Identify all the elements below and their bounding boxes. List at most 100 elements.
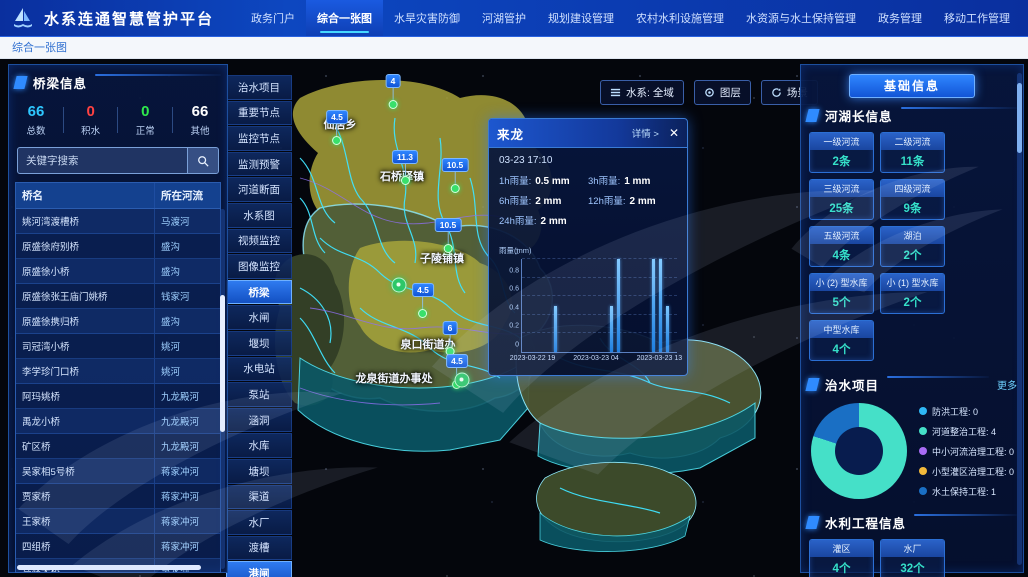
bridge-table: 桥名所在河流 姚河湾渡槽桥马渡河原盛徐府别桥盛沟原盛徐小桥盛沟原盛徐张王庙门姚桥…	[15, 182, 221, 573]
camera-marker-icon[interactable]	[455, 373, 470, 388]
legend-dot-icon	[919, 427, 927, 435]
bridge-stat: 0积水	[74, 103, 108, 137]
nav-item-移动工作管理[interactable]: 移动工作管理	[933, 0, 1021, 36]
layer-item-视频监控[interactable]: 视频监控	[226, 229, 292, 254]
popup-detail-link[interactable]: 详情 >	[632, 126, 659, 140]
nav-item-政务门户[interactable]: 政务门户	[240, 0, 306, 36]
table-row[interactable]: 原盛徐小桥盛沟	[16, 259, 220, 284]
basic-info-tab[interactable]: 基础信息	[849, 74, 975, 98]
chart-bar	[617, 259, 620, 352]
layer-item-重要节点[interactable]: 重要节点	[226, 101, 292, 126]
water-level-marker[interactable]: 6	[443, 321, 458, 356]
place-label: 龙泉街道办事处	[356, 370, 433, 386]
rainfall-metric: 12h雨量:2 mm	[588, 190, 677, 210]
card-value: 2个	[881, 244, 944, 266]
layer-item-渡槽[interactable]: 渡槽	[226, 536, 292, 561]
legend-dot-icon	[919, 467, 927, 475]
metric-value: 1 mm	[624, 176, 650, 187]
metric-label: 24h雨量:	[499, 213, 537, 227]
table-row[interactable]: 原盛徐张王庙门姚桥钱家河	[16, 284, 220, 309]
camera-marker-icon[interactable]	[392, 278, 407, 293]
bridge-name-cell: 四组桥	[16, 534, 155, 558]
bridge-info-panel: 桥梁信息 66总数0积水0正常66其他 桥名所在河流 姚河湾渡槽桥马渡河原盛徐府…	[8, 64, 228, 573]
layer-item-渠道[interactable]: 渠道	[226, 485, 292, 510]
table-row[interactable]: 矿区桥九龙殿河	[16, 434, 220, 459]
layer-item-水闸[interactable]: 水闸	[226, 305, 292, 330]
layer-item-塘坝[interactable]: 塘坝	[226, 459, 292, 484]
rainfall-metric: 1h雨量:0.5 mm	[499, 170, 588, 190]
close-icon[interactable]: ✕	[669, 127, 679, 139]
layer-item-监测预警[interactable]: 监测预警	[226, 152, 292, 177]
map-control-水系: 全域[interactable]: 水系: 全域	[600, 80, 684, 105]
metric-value: 2 mm	[535, 196, 561, 207]
layer-item-水电站[interactable]: 水电站	[226, 357, 292, 382]
water-level-marker[interactable]: 10.5	[442, 158, 469, 193]
nav-item-综合一张图[interactable]: 综合一张图	[306, 0, 383, 36]
chart-y-tick: 0.4	[509, 304, 519, 311]
table-row[interactable]: 贾家桥蒋家冲河	[16, 484, 220, 509]
marker-stem	[422, 297, 423, 309]
legend-label: 小型灌区治理工程: 0	[932, 465, 1014, 478]
water-level-marker[interactable]: 10.5	[435, 218, 462, 253]
water-level-marker[interactable]: 11.3	[392, 150, 418, 185]
chart-x-tick: 2023-03-23 13	[637, 355, 683, 362]
layer-item-水系图[interactable]: 水系图	[226, 203, 292, 228]
search-input[interactable]	[18, 148, 187, 173]
layer-item-堰坝[interactable]: 堰坝	[226, 331, 292, 356]
marker-value: 4	[386, 74, 401, 88]
table-row[interactable]: 王家桥蒋家冲河	[16, 509, 220, 534]
marker-value: 10.5	[442, 158, 469, 172]
layer-item-治水项目[interactable]: 治水项目	[226, 75, 292, 100]
table-row[interactable]: 禹龙小桥九龙殿河	[16, 409, 220, 434]
river-card: 四级河流9条	[880, 179, 945, 220]
table-row[interactable]: 吴家相5号桥蒋家冲河	[16, 459, 220, 484]
more-link[interactable]: 更多	[997, 377, 1017, 392]
nav-item-系统管理[interactable]: 系统管理	[1021, 0, 1028, 36]
map-canvas[interactable]: 仙居乡石桥驿镇子陵铺镇泉口街道办龙泉街道办事处44.511.310.510.54…	[0, 58, 1028, 577]
layer-item-水厂[interactable]: 水厂	[226, 510, 292, 535]
water-level-marker[interactable]: 4.5	[412, 283, 434, 318]
table-hscrollbar[interactable]	[17, 565, 201, 570]
nav-item-水旱灾害防御[interactable]: 水旱灾害防御	[383, 0, 471, 36]
layer-item-河道断面[interactable]: 河道断面	[226, 177, 292, 202]
river-card: 五级河流4条	[809, 226, 874, 267]
rainfall-metrics: 1h雨量:0.5 mm3h雨量:1 mm6h雨量:2 mm12h雨量:2 mm2…	[489, 168, 687, 230]
table-scrollbar-thumb[interactable]	[220, 295, 225, 432]
layer-item-涵洞[interactable]: 涵洞	[226, 408, 292, 433]
layer-item-桥梁[interactable]: 桥梁	[226, 280, 292, 305]
nav-item-规划建设管理[interactable]: 规划建设管理	[537, 0, 625, 36]
nav-item-河湖管护[interactable]: 河湖管护	[471, 0, 537, 36]
table-row[interactable]: 阿玛姚桥九龙殿河	[16, 384, 220, 409]
map-control-图层[interactable]: 图层	[694, 80, 751, 105]
layer-item-监控节点[interactable]: 监控节点	[226, 126, 292, 151]
table-scrollbar-track[interactable]	[220, 209, 225, 569]
table-row[interactable]: 原盛徐府别桥盛沟	[16, 234, 220, 259]
table-row[interactable]: 司冠湾小桥姚河	[16, 334, 220, 359]
panel-scrollbar-track[interactable]	[1017, 73, 1022, 565]
search-bar	[17, 147, 219, 174]
layer-item-泵站[interactable]: 泵站	[226, 382, 292, 407]
water-level-marker[interactable]: 4.5	[326, 110, 348, 145]
nav-item-水资源与水土保持管理[interactable]: 水资源与水土保持管理	[735, 0, 867, 36]
river-card: 中型水库4个	[809, 320, 874, 361]
layer-item-图像监控[interactable]: 图像监控	[226, 254, 292, 279]
search-button[interactable]	[187, 148, 218, 173]
nav-item-政务管理[interactable]: 政务管理	[867, 0, 933, 36]
table-row[interactable]: 原盛徐携归桥盛沟	[16, 309, 220, 334]
chart-bar	[554, 306, 557, 353]
app-logo-icon	[10, 5, 36, 31]
layer-item-港闸[interactable]: 港闸	[226, 561, 292, 577]
rainfall-metric: 3h雨量:1 mm	[588, 170, 677, 190]
marker-stem	[454, 172, 455, 184]
panel-scrollbar-thumb[interactable]	[1017, 83, 1022, 153]
layer-item-水库[interactable]: 水库	[226, 433, 292, 458]
table-row[interactable]: 李学珍门口桥姚河	[16, 359, 220, 384]
river-name-cell: 九龙殿河	[155, 434, 220, 458]
water-level-marker[interactable]: 4	[386, 74, 401, 109]
layer-menu: 治水项目重要节点监控节点监测预警河道断面水系图视频监控图像监控桥梁水闸堰坝水电站…	[226, 75, 292, 577]
table-row[interactable]: 姚河湾渡槽桥马渡河	[16, 209, 220, 234]
table-row[interactable]: 四组桥蒋家冲河	[16, 534, 220, 559]
breadcrumb[interactable]: 综合一张图	[0, 39, 67, 55]
nav-item-农村水利设施管理[interactable]: 农村水利设施管理	[625, 0, 735, 36]
river-name-cell: 钱家河	[155, 284, 220, 308]
